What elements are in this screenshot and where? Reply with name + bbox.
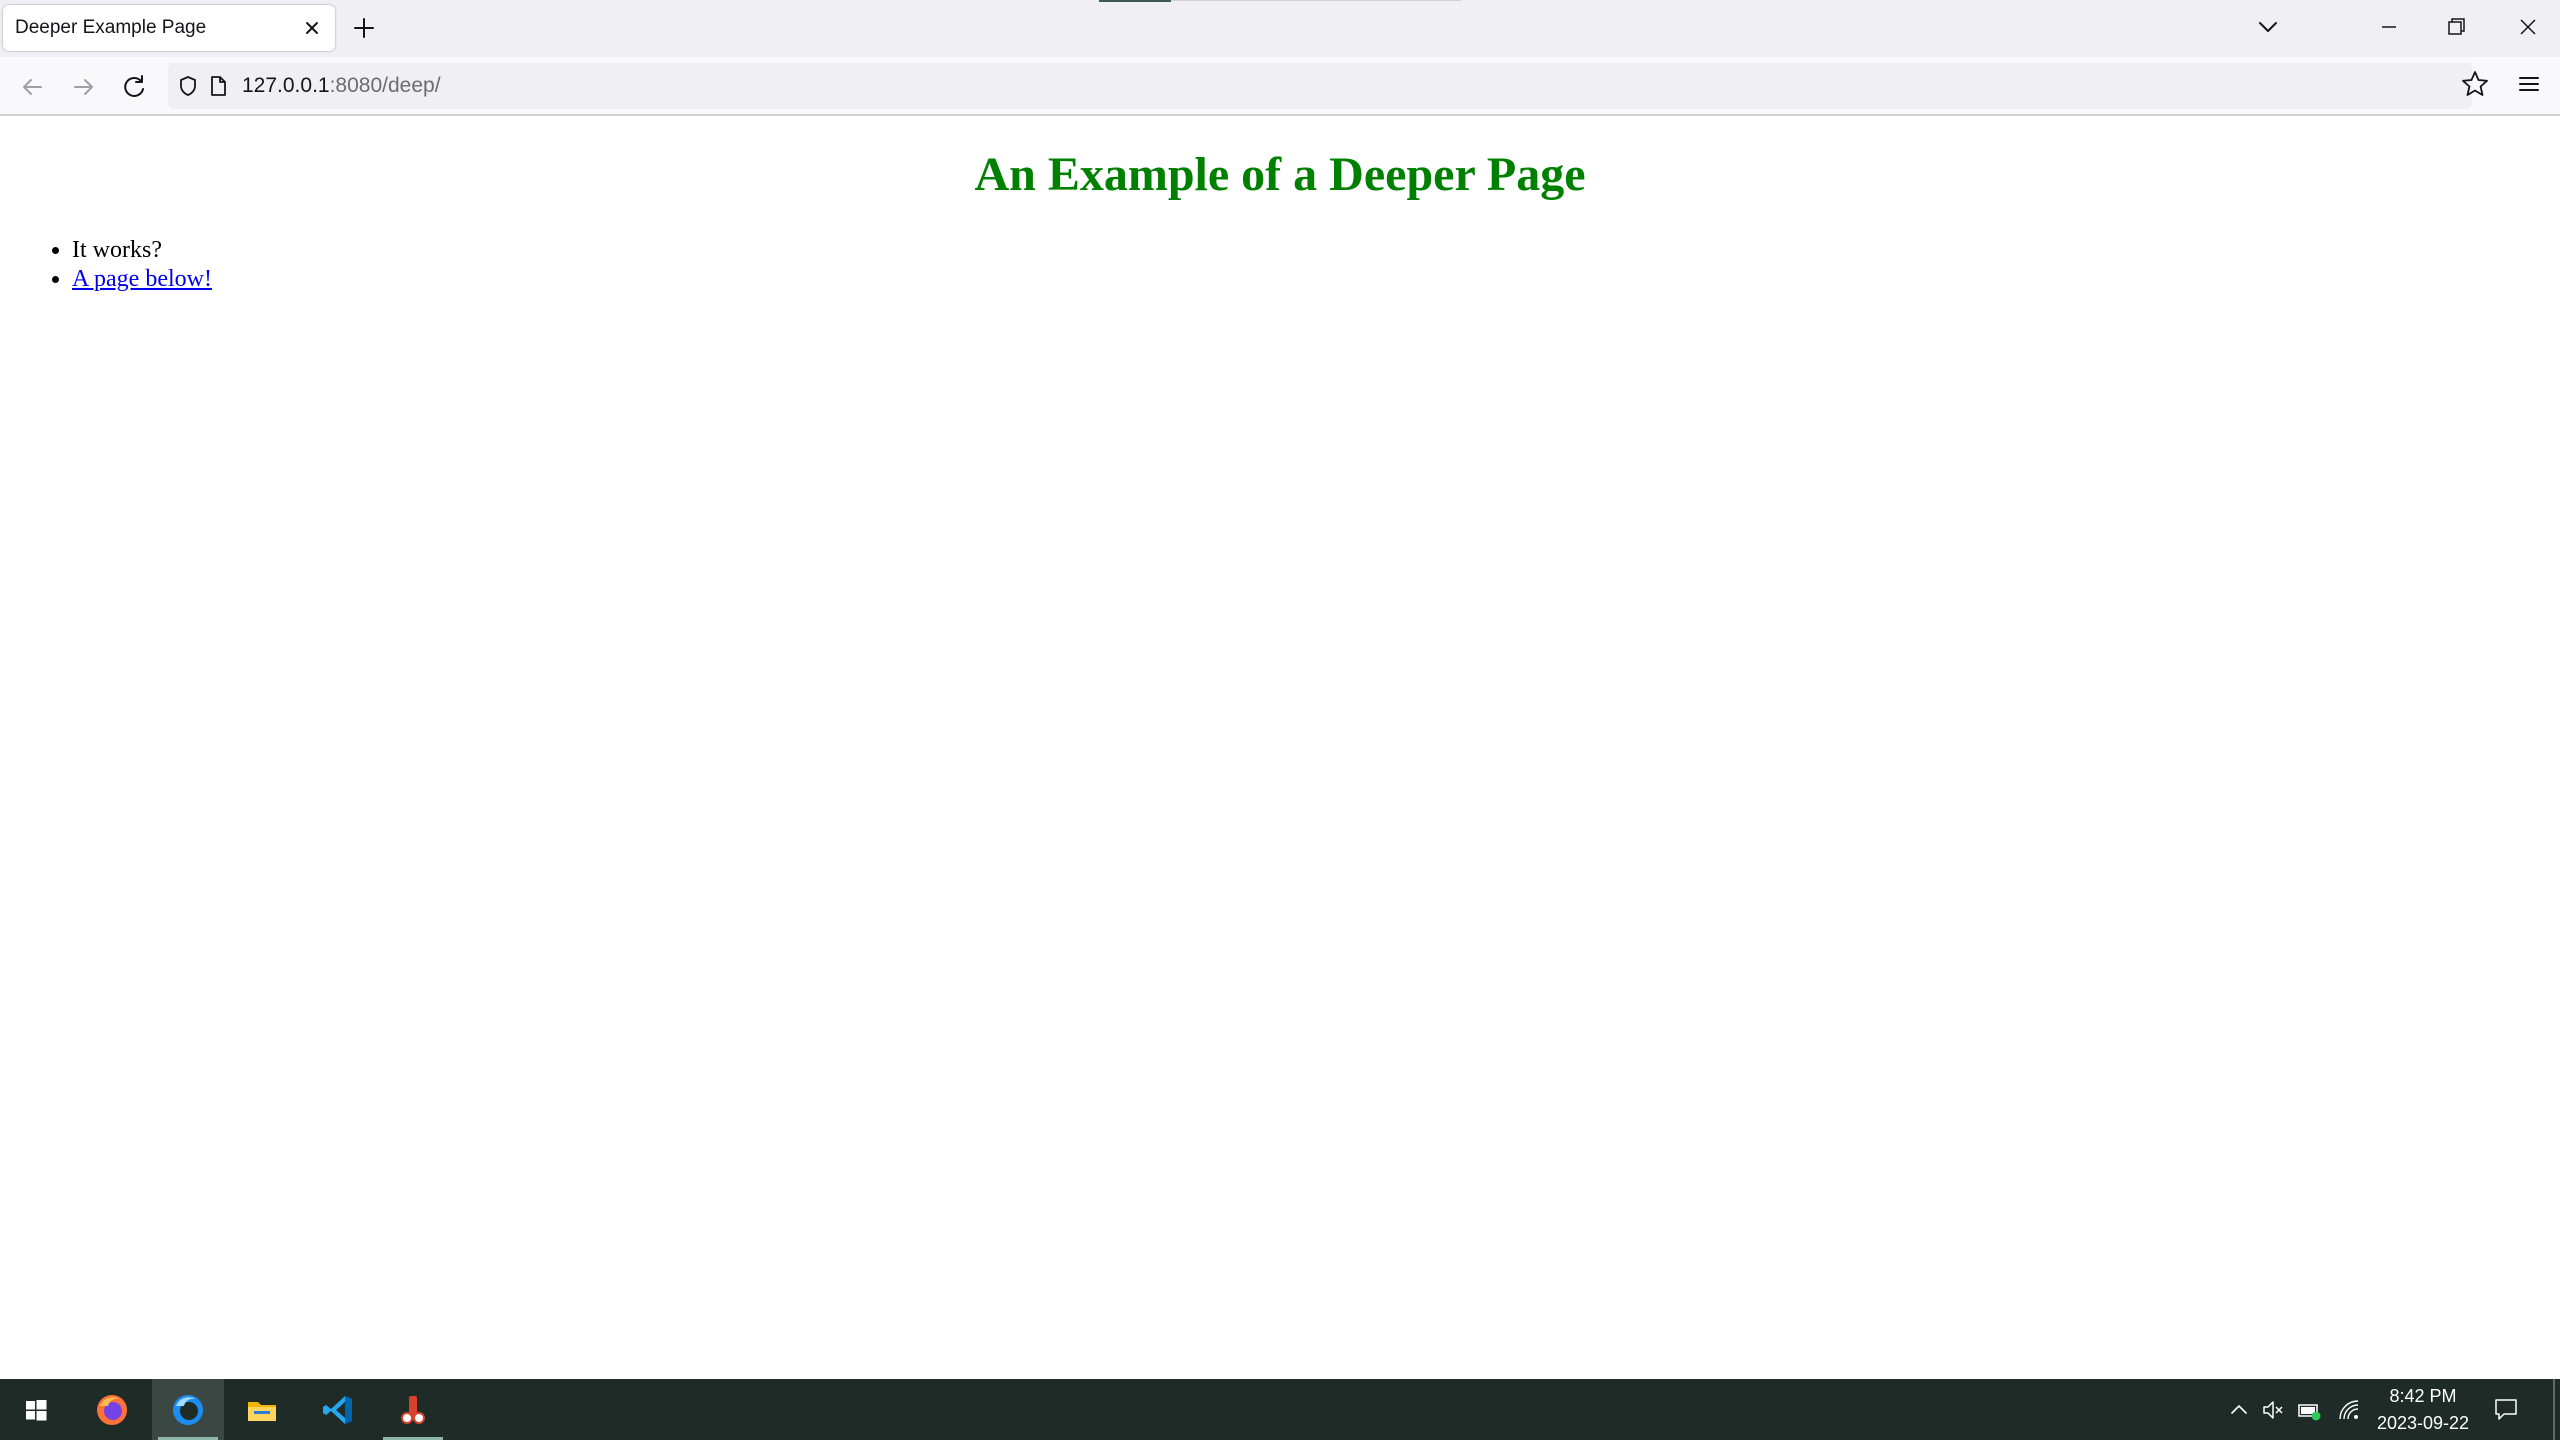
hamburger-menu-icon[interactable] xyxy=(2512,67,2546,101)
app-icon xyxy=(401,1396,425,1424)
tab-overflow-track xyxy=(1171,0,1461,1)
shield-icon[interactable] xyxy=(176,74,200,98)
taskbar: 8:42 PM 2023-09-22 xyxy=(0,1379,2560,1440)
clock-date: 2023-09-22 xyxy=(2376,1413,2470,1433)
back-arrow-icon[interactable] xyxy=(12,67,52,107)
volume-muted-icon[interactable] xyxy=(2260,1397,2286,1423)
list-item: It works? xyxy=(72,236,212,265)
list-item: A page below! xyxy=(72,265,212,294)
address-bar[interactable]: 127.0.0.1:8080/deep/ xyxy=(168,63,2472,109)
taskbar-firefox[interactable] xyxy=(76,1379,148,1440)
firefox-dev-icon xyxy=(173,1395,203,1425)
tab-title: Deeper Example Page xyxy=(15,17,207,38)
chevron-down-icon[interactable] xyxy=(2252,12,2284,42)
notification-icon[interactable] xyxy=(2492,1395,2520,1423)
windows-start-icon xyxy=(26,1400,47,1421)
page-content: An Example of a Deeper Page It works? A … xyxy=(0,117,2560,1379)
bookmark-star-icon[interactable] xyxy=(2458,67,2492,101)
show-desktop-button[interactable] xyxy=(2553,1379,2555,1440)
reload-icon[interactable] xyxy=(114,67,154,107)
battery-charging-icon[interactable] xyxy=(2296,1397,2322,1423)
url-host: 127.0.0.1 xyxy=(242,74,330,97)
minimize-window-icon[interactable] xyxy=(2356,0,2422,52)
new-tab-icon[interactable] xyxy=(348,12,380,44)
list-item-text: It works? xyxy=(72,237,162,263)
clock-time: 8:42 PM xyxy=(2389,1386,2457,1406)
page-title: An Example of a Deeper Page xyxy=(974,148,1586,201)
firefox-icon xyxy=(97,1395,127,1425)
taskbar-file-explorer[interactable] xyxy=(226,1379,298,1440)
chevron-up-icon[interactable] xyxy=(2226,1397,2252,1423)
url-path: :8080/deep/ xyxy=(329,74,441,97)
tab-strip: Deeper Example Page xyxy=(0,0,2560,57)
close-tab-icon[interactable] xyxy=(299,15,325,41)
page-below-link[interactable]: A page below! xyxy=(72,266,212,292)
browser-tab-active[interactable]: Deeper Example Page xyxy=(3,5,335,51)
taskbar-firefox-developer[interactable] xyxy=(152,1379,224,1440)
navigation-toolbar: 127.0.0.1:8080/deep/ xyxy=(0,57,2560,116)
page-list: It works? A page below! xyxy=(0,236,212,294)
close-window-icon[interactable] xyxy=(2494,0,2560,52)
url-text[interactable]: 127.0.0.1:8080/deep/ xyxy=(242,74,441,98)
taskbar-vscode[interactable] xyxy=(302,1379,374,1440)
forward-arrow-icon[interactable] xyxy=(64,67,104,107)
wifi-icon[interactable] xyxy=(2336,1397,2362,1423)
system-clock[interactable]: 8:42 PM 2023-09-22 xyxy=(2368,1383,2478,1437)
start-button[interactable] xyxy=(0,1379,72,1440)
file-explorer-icon xyxy=(248,1402,276,1421)
page-icon[interactable] xyxy=(208,74,228,98)
restore-window-icon[interactable] xyxy=(2422,0,2488,52)
vscode-icon xyxy=(323,1396,352,1424)
taskbar-app[interactable] xyxy=(377,1379,449,1440)
tab-overflow-indicator xyxy=(1099,0,1171,2)
